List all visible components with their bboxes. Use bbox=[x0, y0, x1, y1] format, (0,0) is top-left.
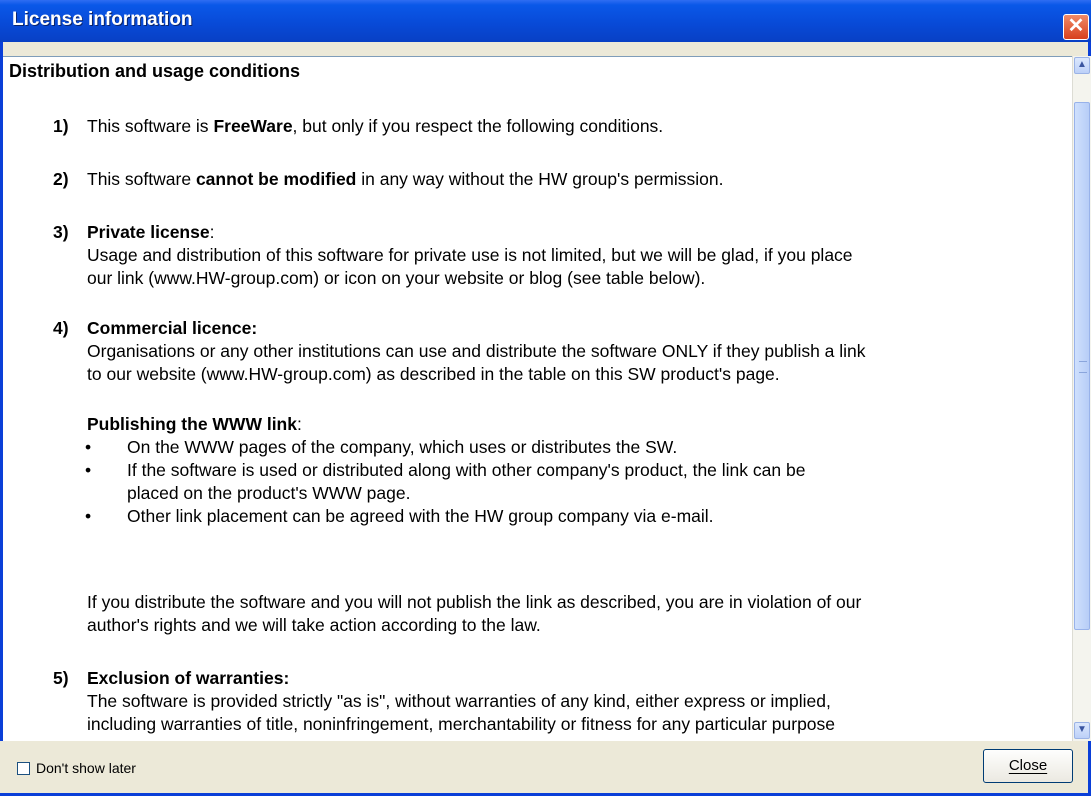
condition-body-line: our link (www.HW-group.com) or icon on y… bbox=[87, 268, 706, 288]
bullet-icon: • bbox=[85, 506, 92, 526]
license-text-area[interactable]: Distribution and usage conditions 1) This… bbox=[3, 56, 1073, 741]
publishing-title: Publishing the WWW link bbox=[87, 414, 297, 434]
list-item: • Other link placement can be agreed with… bbox=[23, 505, 805, 528]
license-heading: Distribution and usage conditions bbox=[9, 61, 301, 81]
condition-5: 5) Exclusion of warranties: The software … bbox=[53, 667, 835, 736]
condition-body-line: The software is provided strictly "as is… bbox=[87, 691, 831, 711]
condition-bold-text: cannot be modified bbox=[195, 169, 357, 189]
condition-number: 1) bbox=[53, 116, 69, 136]
publishing-section: Publishing the WWW link: • On the WWW pag… bbox=[53, 413, 805, 528]
condition-4: 4) Commercial licence: Organisations or a… bbox=[53, 317, 866, 386]
condition-title: Commercial licence: bbox=[87, 318, 258, 338]
violation-line: author's rights and we will take action … bbox=[87, 615, 541, 635]
condition-text: : bbox=[209, 222, 215, 242]
list-item-text: If the software is used or distributed a… bbox=[127, 460, 806, 480]
list-item-text: Other link placement can be agreed with … bbox=[127, 506, 714, 526]
window-title: License information bbox=[12, 9, 193, 30]
condition-number: 5) bbox=[53, 668, 69, 688]
list-item: • On the WWW pages of the company, which … bbox=[23, 436, 805, 459]
condition-text: This software is bbox=[87, 116, 214, 136]
title-bar[interactable]: License information ✕ bbox=[0, 0, 1091, 42]
condition-number: 2) bbox=[53, 169, 69, 189]
condition-number: 4) bbox=[53, 318, 69, 338]
violation-notice: If you distribute the software and you w… bbox=[53, 591, 861, 637]
violation-line: If you distribute the software and you w… bbox=[87, 592, 862, 612]
grip-icon bbox=[1079, 361, 1087, 373]
condition-body-line: including warranties of title, noninfrin… bbox=[87, 714, 836, 734]
dont-show-later-label[interactable]: Don't show later bbox=[36, 760, 136, 776]
close-button-label: Close bbox=[1008, 757, 1048, 774]
condition-text: This software bbox=[87, 169, 196, 189]
scroll-down-button[interactable]: ▼ bbox=[1074, 722, 1090, 739]
condition-body-line: Organisations or any other institutions … bbox=[87, 341, 866, 361]
condition-3: 3) Private license: Usage and distributio… bbox=[53, 221, 853, 290]
scroll-up-button[interactable]: ▲ bbox=[1074, 57, 1090, 74]
list-item-text: On the WWW pages of the company, which u… bbox=[127, 437, 678, 457]
list-item: • If the software is used or distributed … bbox=[23, 459, 805, 505]
publishing-colon: : bbox=[296, 414, 302, 434]
dont-show-later-checkbox[interactable] bbox=[17, 762, 30, 775]
condition-2: 2) This software cannot be modified in an… bbox=[53, 168, 723, 191]
list-item-text: placed on the product's WWW page. bbox=[127, 483, 411, 503]
condition-bold-text: FreeWare bbox=[213, 116, 293, 136]
bullet-icon: • bbox=[85, 437, 92, 457]
bullet-icon: • bbox=[85, 460, 92, 480]
condition-text: , but only if you respect the following … bbox=[292, 116, 664, 136]
publishing-list: • On the WWW pages of the company, which … bbox=[23, 436, 805, 528]
scrollbar-thumb[interactable] bbox=[1074, 102, 1090, 630]
condition-title: Exclusion of warranties: bbox=[87, 668, 290, 688]
condition-body-line: Usage and distribution of this software … bbox=[87, 245, 853, 265]
condition-body-line: to our website (www.HW-group.com) as des… bbox=[87, 364, 780, 384]
condition-text: in any way without the HW group's permis… bbox=[356, 169, 724, 189]
close-button[interactable]: Close bbox=[983, 749, 1073, 783]
dialog-footer: Don't show later Close bbox=[0, 741, 1085, 793]
condition-1: 1) This software is FreeWare, but only if… bbox=[53, 115, 663, 138]
condition-number: 3) bbox=[53, 222, 69, 242]
window-close-button[interactable]: ✕ bbox=[1063, 14, 1089, 40]
vertical-scrollbar[interactable]: ▲ ▼ bbox=[1072, 56, 1091, 741]
condition-title: Private license bbox=[87, 222, 210, 242]
